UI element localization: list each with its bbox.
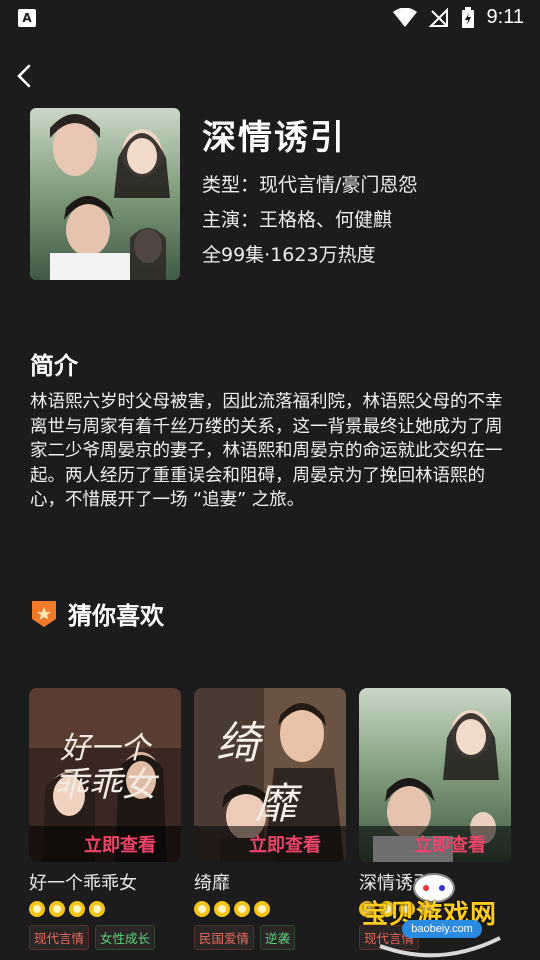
wifi-icon [392, 7, 417, 27]
star-icon [254, 901, 270, 917]
status-icons: 9:11 [392, 6, 524, 29]
view-now-overlay[interactable]: 立即查看 [194, 826, 346, 862]
app-notification-icon: A [18, 9, 36, 27]
recommend-card[interactable]: 绮 靡 立即查看 绮靡 民国爱情 逆袭 [194, 688, 346, 950]
tag-list: 现代言情 女性成长 [29, 925, 181, 950]
view-now-overlay[interactable]: 立即查看 [29, 826, 181, 862]
watermark-url: baobeiy.com [402, 920, 482, 938]
site-watermark: 宝贝游戏网 baobeiy.com [360, 868, 520, 960]
svg-text:好一个: 好一个 [60, 731, 153, 766]
svg-text:绮: 绮 [216, 718, 265, 769]
svg-text:乖乖女: 乖乖女 [54, 765, 160, 805]
no-signal-icon [428, 7, 448, 27]
star-icon [89, 901, 105, 917]
recommend-heading: 猜你喜欢 [68, 602, 164, 630]
recommend-poster[interactable]: 立即查看 [359, 688, 511, 862]
view-now-button[interactable]: 立即查看 [249, 831, 321, 857]
genre-tag: 逆袭 [260, 925, 296, 950]
recommend-title[interactable]: 好一个乖乖女 [29, 869, 181, 895]
recommend-card[interactable]: 好一个 乖乖女 立即查看 好一个乖乖女 现代言情 女性成长 [29, 688, 181, 950]
chevron-left-icon [17, 64, 31, 88]
recommend-poster[interactable]: 绮 靡 立即查看 [194, 688, 346, 862]
synopsis-heading: 简介 [30, 352, 78, 380]
medal-badge-icon [32, 600, 56, 627]
recommend-title[interactable]: 绮靡 [194, 869, 346, 895]
star-icon [234, 901, 250, 917]
recommend-poster[interactable]: 好一个 乖乖女 立即查看 [29, 688, 181, 862]
recommend-header: 猜你喜欢 [30, 596, 164, 631]
drama-genre: 类型：现代言情/豪门恩怨 [202, 174, 418, 196]
svg-text:靡: 靡 [255, 779, 303, 828]
genre-tag: 现代言情 [29, 925, 90, 950]
star-icon [49, 901, 65, 917]
back-button[interactable] [8, 60, 40, 92]
drama-episodes-heat: 全99集·1623万热度 [202, 244, 376, 266]
clock: 9:11 [486, 6, 524, 28]
synopsis-text: 林语熙六岁时父母被害，因此流落福利院，林语熙父母的不幸离世与周家有着千丝万缕的关… [30, 392, 503, 510]
star-icon [29, 901, 45, 917]
view-now-button[interactable]: 立即查看 [84, 831, 156, 857]
view-now-button[interactable]: 立即查看 [414, 831, 486, 857]
star-icon [69, 901, 85, 917]
star-icon [214, 901, 230, 917]
tag-list: 民国爱情 逆袭 [194, 925, 346, 950]
status-bar: A 9:11 [0, 0, 540, 36]
rating-stars [29, 901, 181, 917]
genre-tag: 女性成长 [95, 925, 156, 950]
star-icon [194, 901, 210, 917]
drama-cover [30, 108, 180, 280]
drama-title: 深情诱引 [202, 118, 346, 158]
battery-charging-icon [461, 6, 474, 28]
rating-stars [194, 901, 346, 917]
drama-cast: 主演：王格格、何健麒 [202, 209, 393, 231]
genre-tag: 民国爱情 [194, 925, 255, 950]
view-now-overlay[interactable]: 立即查看 [359, 826, 511, 862]
